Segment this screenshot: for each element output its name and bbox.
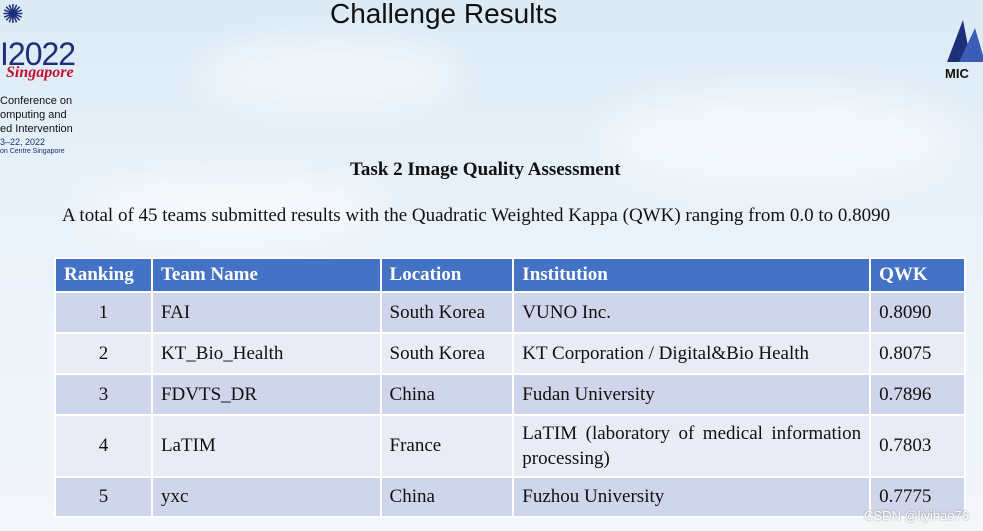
cell-institution: LaTIM (laboratory of medical information… xyxy=(512,414,872,478)
results-summary: A total of 45 teams submitted results wi… xyxy=(62,205,891,226)
cell-location: France xyxy=(379,414,515,478)
cell-location: South Korea xyxy=(379,291,515,334)
cell-institution: VUNO Inc. xyxy=(512,291,872,334)
logo-right-text: MIC xyxy=(945,66,969,81)
section-subtitle: Task 2 Image Quality Assessment xyxy=(350,159,621,180)
watermark: CSDN @liyihao76 xyxy=(864,508,969,523)
background-cloud xyxy=(600,90,960,190)
cell-team-name: FAI xyxy=(150,291,382,334)
page-title: Challenge Results xyxy=(330,0,558,29)
background-cloud xyxy=(200,40,460,110)
logo-text-line: omputing and xyxy=(0,109,67,121)
cell-team-name: KT_Bio_Health xyxy=(150,332,382,375)
cell-ranking: 5 xyxy=(54,476,153,518)
table-row: 1 FAI South Korea VUNO Inc. 0.8090 xyxy=(54,291,966,334)
column-header-team-name: Team Name xyxy=(150,257,382,293)
miccai-logo: MIC xyxy=(943,18,983,88)
logo-text-line: ed Intervention xyxy=(0,123,73,135)
logo-text-line: on Centre Singapore xyxy=(0,148,65,155)
cell-ranking: 1 xyxy=(54,291,153,334)
column-header-ranking: Ranking xyxy=(54,257,153,293)
column-header-qwk: QWK xyxy=(869,257,966,293)
cell-ranking: 4 xyxy=(54,414,153,478)
conference-logo: ✺ I2022 Singapore Conference on omputing… xyxy=(0,0,80,160)
logo-text-line: 3–22, 2022 xyxy=(0,137,46,147)
table-row: 4 LaTIM France LaTIM (laboratory of medi… xyxy=(54,414,966,478)
cell-institution: Fudan University xyxy=(512,373,872,416)
table-header-row: Ranking Team Name Location Institution Q… xyxy=(54,257,966,293)
table-row: 5 yxc China Fuzhou University 0.7775 xyxy=(54,476,966,518)
logo-city: Singapore xyxy=(6,64,74,81)
cell-location: China xyxy=(379,476,515,518)
cell-team-name: yxc xyxy=(150,476,382,518)
results-table: Ranking Team Name Location Institution Q… xyxy=(54,257,966,518)
sun-emblem-icon: ✺ xyxy=(2,0,24,30)
logo-text-line: Conference on xyxy=(0,95,73,107)
cell-location: China xyxy=(379,373,515,416)
column-header-institution: Institution xyxy=(512,257,872,293)
cell-location: South Korea xyxy=(379,332,515,375)
cell-team-name: LaTIM xyxy=(150,414,382,478)
cell-institution: KT Corporation / Digital&Bio Health xyxy=(512,332,872,375)
column-header-location: Location xyxy=(379,257,515,293)
cell-ranking: 2 xyxy=(54,332,153,375)
miccai-emblem-icon xyxy=(947,20,983,62)
cell-institution: Fuzhou University xyxy=(512,476,872,518)
cell-qwk: 0.7803 xyxy=(869,414,966,478)
cell-qwk: 0.8075 xyxy=(869,332,966,375)
cell-qwk: 0.7896 xyxy=(869,373,966,416)
cell-team-name: FDVTS_DR xyxy=(150,373,382,416)
table-row: 2 KT_Bio_Health South Korea KT Corporati… xyxy=(54,332,966,375)
cell-qwk: 0.8090 xyxy=(869,291,966,334)
cell-ranking: 3 xyxy=(54,373,153,416)
table-row: 3 FDVTS_DR China Fudan University 0.7896 xyxy=(54,373,966,416)
